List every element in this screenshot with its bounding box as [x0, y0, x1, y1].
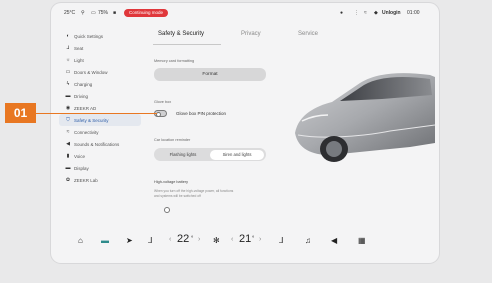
car-status-icon[interactable]: ▬	[101, 236, 109, 245]
sidebar-item-doors-window[interactable]: ▭ Doors & Window	[59, 66, 141, 78]
hv-battery-power-button[interactable]	[164, 207, 170, 213]
car-location-segmented-control: Flashing lights Siren and lights	[154, 148, 266, 161]
shield-icon: ⛉	[66, 117, 70, 123]
door-icon: ▭	[65, 69, 71, 75]
ad-icon: ◉	[65, 105, 71, 111]
wifi-icon: ≈	[66, 129, 70, 135]
hv-battery-desc-1: When you turn off the high-voltage power…	[154, 189, 234, 193]
display-icon: ▬	[65, 165, 71, 171]
glovebox-label: Glove box	[154, 100, 172, 104]
callout-label: 01	[5, 103, 36, 123]
left-temp-degree: °	[191, 236, 194, 242]
tab-privacy[interactable]: Privacy	[241, 31, 261, 37]
tab-divider	[153, 44, 221, 45]
callout-line	[36, 112, 157, 114]
seat-icon[interactable]: ⅃	[148, 236, 152, 245]
clock: 01:00	[407, 10, 420, 16]
battery-icon: ▭	[91, 10, 96, 16]
right-temperature[interactable]: 21	[239, 233, 251, 245]
recording-badge[interactable]: Continuing mode	[124, 9, 169, 17]
speaker-icon: ◀	[66, 141, 70, 147]
navigation-icon[interactable]: ➤	[126, 236, 133, 245]
left-temp-up-icon[interactable]: ›	[198, 236, 200, 243]
home-icon[interactable]: ⌂	[78, 236, 83, 245]
apps-grid-icon[interactable]: ▦	[358, 236, 366, 245]
tab-service[interactable]: Service	[298, 31, 318, 37]
fan-icon[interactable]: ✻	[213, 236, 220, 245]
seatbelt-icon: ⚲	[81, 10, 85, 16]
bottom-dock: ⌂ ▬ ➤ ⅃ ‹ 22 ° › ✻ ‹ 21 ° › ⅃ ♫ ◀ ▦	[51, 229, 439, 257]
car-illustration	[295, 73, 435, 162]
music-icon[interactable]: ♫	[305, 236, 311, 245]
memory-card-label: Memory card formatting	[154, 59, 195, 63]
signal-icon: ⋮	[354, 10, 359, 16]
mic-icon: ▮	[66, 153, 70, 159]
battery-percent: 75%	[98, 10, 109, 16]
wifi-icon: ≈	[364, 10, 367, 16]
sidebar-item-quick-settings[interactable]: ◐ Quick Settings	[59, 30, 141, 42]
car-icon: ▬	[65, 93, 71, 99]
sidebar-item-safety-security[interactable]: ⛉ Safety & Security	[59, 114, 141, 126]
light-icon: ☼	[65, 57, 71, 63]
right-temp-degree: °	[252, 236, 255, 242]
sidebar-item-connectivity[interactable]: ≈ Connectivity	[59, 126, 141, 138]
sidebar-item-sounds[interactable]: ◀ Sounds & Notifications	[59, 138, 141, 150]
sidebar-item-voice[interactable]: ▮ Voice	[59, 150, 141, 162]
left-temperature[interactable]: 22	[177, 233, 189, 245]
seat-icon: ⅃	[66, 45, 70, 51]
user-icon[interactable]: ◆	[374, 10, 378, 16]
settings-tabs: Safety & Security Privacy Service	[151, 31, 318, 45]
left-temp-down-icon[interactable]: ‹	[169, 236, 171, 243]
sidebar-item-seat[interactable]: ⅃ Seat	[59, 42, 141, 54]
volume-icon[interactable]: ◀	[331, 236, 337, 245]
lab-icon: ✿	[65, 177, 71, 183]
sidebar-item-light[interactable]: ☼ Light	[59, 54, 141, 66]
car-location-label: Car location reminder	[154, 138, 191, 142]
right-temp-down-icon[interactable]: ‹	[231, 236, 233, 243]
user-label[interactable]: Unlogin	[382, 10, 401, 16]
format-button[interactable]: Format	[154, 68, 266, 81]
sidebar-item-charging[interactable]: ϟ Charging	[59, 78, 141, 90]
charging-icon: ϟ	[66, 81, 70, 87]
temperature-readout: 25°C	[64, 10, 76, 16]
tab-safety-security[interactable]: Safety & Security	[158, 31, 204, 37]
toggle-icon: ◐	[66, 33, 70, 39]
glovebox-pin-label: Glove box PIN protection	[176, 111, 227, 116]
camera-icon: ■	[113, 10, 117, 16]
hv-battery-label: High-voltage battery	[154, 180, 188, 184]
sidebar-item-display[interactable]: ▬ Display	[59, 162, 141, 174]
option-siren-and-lights[interactable]: Siren and lights	[210, 149, 264, 160]
sidebar-item-zeekr-lab[interactable]: ✿ ZEEKR Lab	[59, 174, 141, 186]
location-icon: ●	[340, 10, 344, 16]
right-temp-up-icon[interactable]: ›	[259, 236, 261, 243]
hv-battery-desc-2: and systems will be switched off	[154, 194, 201, 198]
passenger-seat-icon[interactable]: ⅃	[279, 236, 283, 245]
option-flashing-lights[interactable]: Flashing lights	[156, 150, 210, 160]
sidebar-item-driving[interactable]: ▬ Driving	[59, 90, 141, 102]
status-bar: 25°C ⚲ ▭ 75% ■ Continuing mode ● ⋮ ≈ ◆ U…	[51, 3, 439, 23]
